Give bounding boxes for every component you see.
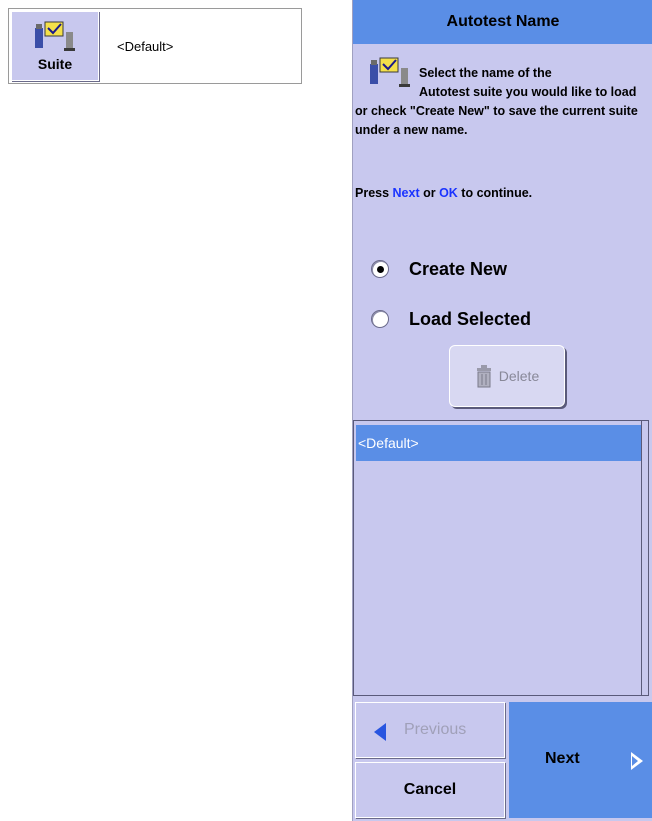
radio-load-selected-label: Load Selected [409, 308, 532, 329]
next-button[interactable]: Next [509, 702, 652, 818]
press-suffix: to continue. [457, 186, 533, 200]
suite-value: <Default> [117, 39, 174, 54]
instruction-line-rest: Autotest suite you would like to load or… [355, 85, 638, 137]
autotest-suite-icon [35, 21, 75, 51]
radio-load-selected[interactable]: Load Selected [371, 304, 531, 334]
press-next: Next [392, 186, 420, 200]
next-label: Next [545, 750, 580, 767]
list-item[interactable]: <Default> [356, 425, 642, 461]
radio-button[interactable] [371, 310, 389, 328]
radio-button-selected[interactable] [371, 260, 389, 278]
radio-create-new[interactable]: Create New [371, 254, 507, 284]
suite-widget: Suite <Default> [8, 8, 302, 84]
cancel-button[interactable]: Cancel [355, 762, 505, 818]
autotest-name-dialog: Autotest Name Select the name of the Aut… [352, 0, 652, 821]
press-prefix: Press [355, 186, 393, 200]
dialog-title: Autotest Name [353, 0, 652, 44]
suite-button-label: Suite [37, 56, 73, 72]
previous-button[interactable]: Previous [355, 702, 505, 758]
suite-list[interactable]: <Default> [353, 420, 649, 696]
delete-button[interactable]: Delete [449, 345, 565, 407]
suite-button[interactable]: Suite [11, 11, 99, 81]
delete-label: Delete [498, 368, 540, 384]
left-arrow-icon [374, 723, 386, 741]
right-arrow-inner [632, 756, 638, 766]
scrollbar[interactable] [641, 421, 648, 695]
previous-label: Previous [404, 721, 467, 738]
press-hint: Press Next or OK to continue. [355, 186, 532, 200]
instruction-text: Select the name of the Autotest suite yo… [355, 54, 651, 140]
cancel-label: Cancel [403, 781, 457, 798]
press-ok: OK [439, 186, 458, 200]
autotest-suite-icon [370, 57, 410, 87]
press-or: or [419, 186, 440, 200]
trash-icon [476, 365, 491, 388]
radio-create-new-label: Create New [409, 258, 508, 279]
